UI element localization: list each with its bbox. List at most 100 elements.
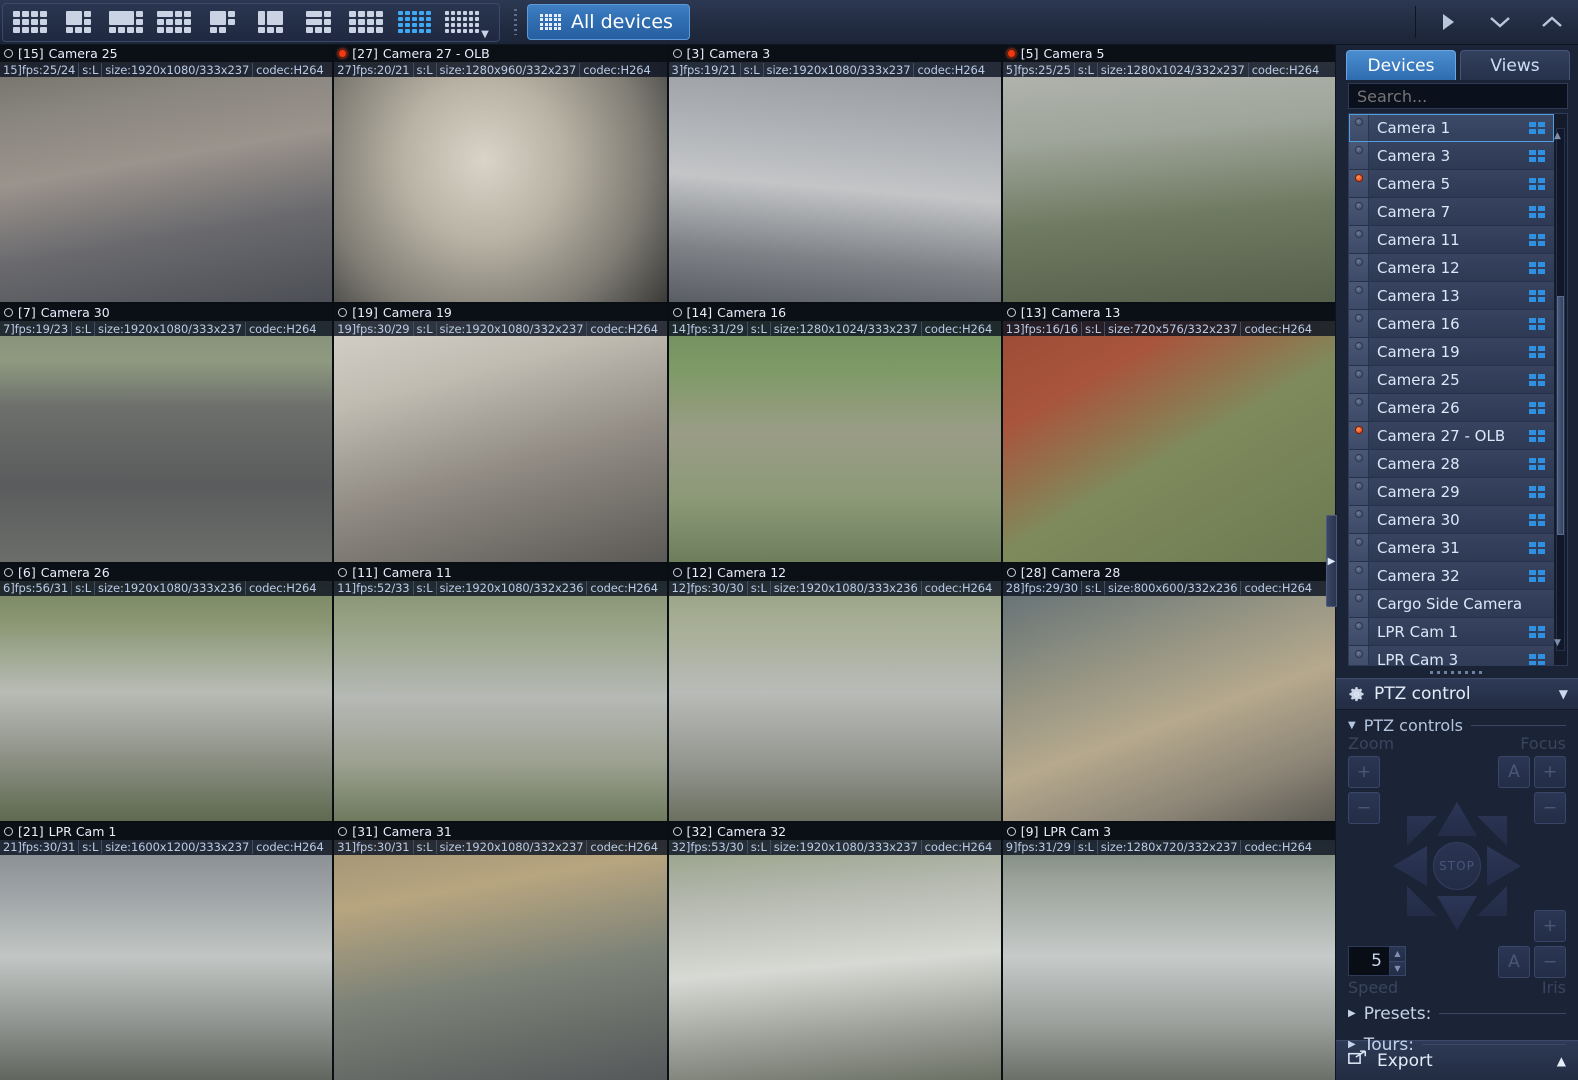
layout-button-layout-3x4-mixed[interactable] [151,5,197,40]
speed-stepper[interactable]: 5 ▲ ▼ [1348,946,1406,976]
device-list-item[interactable]: Camera 25 [1349,366,1554,394]
camera-layout-icon[interactable] [1529,457,1545,470]
camera-layout-icon[interactable] [1529,317,1545,330]
video-cell[interactable]: [27] Camera 27 - OLB 27]fps:20/21 s:L size:1… [334,45,667,303]
pan-up-right-button[interactable] [1477,816,1507,846]
camera-layout-icon[interactable] [1529,261,1545,274]
device-list-item[interactable]: Camera 5 [1349,170,1554,198]
device-list-scrollbar[interactable]: ▲ ▼ [1553,128,1565,651]
device-list-item[interactable]: Camera 19 [1349,338,1554,366]
panel-collapse-down-button[interactable] [1474,0,1526,45]
camera-layout-icon[interactable] [1529,569,1545,582]
chevron-down-icon[interactable]: ▼ [1559,687,1568,701]
layout-button-layout-3x3[interactable] [343,5,389,40]
pan-down-left-button[interactable] [1407,886,1437,916]
camera-layout-icon[interactable] [1529,373,1545,386]
layout-button-layout-2x2-mixed[interactable] [295,5,341,40]
layout-button-layout-more[interactable]: ▼ [439,5,495,40]
camera-layout-icon[interactable] [1529,177,1545,190]
device-list-item[interactable]: Camera 26 [1349,394,1554,422]
camera-layout-icon[interactable] [1529,289,1545,302]
camera-layout-icon[interactable] [1529,233,1545,246]
camera-layout-icon[interactable] [1529,345,1545,358]
scrollbar-thumb[interactable] [1557,295,1564,536]
device-list-item[interactable]: LPR Cam 3 [1349,646,1554,665]
pan-right-button[interactable] [1487,846,1521,886]
layout-button-layout-1plus7[interactable] [103,5,149,40]
device-list-item[interactable]: Cargo Side Camera [1349,590,1554,618]
zoom-out-button[interactable]: − [1348,792,1380,824]
tab-views[interactable]: Views [1460,50,1570,80]
video-cell[interactable]: [3] Camera 3 3]fps:19/21 s:L size:1920x1080/… [668,45,1001,303]
tours-section[interactable]: ▶ Tours: [1336,1029,1578,1060]
video-cell[interactable]: [5] Camera 5 5]fps:25/25 s:L size:1280x1024/… [1002,45,1335,303]
iris-auto-button[interactable]: A [1498,946,1530,978]
layout-button-layout-4x3[interactable] [7,5,53,40]
device-list-item[interactable]: Camera 28 [1349,450,1554,478]
pan-up-button[interactable] [1437,802,1477,836]
video-cell[interactable]: [6] Camera 26 6]fps:56/31 s:L size:1920x1080… [0,563,333,821]
video-cell[interactable]: [19] Camera 19 19]fps:30/29 s:L size:1920x10… [334,304,667,562]
presets-section[interactable]: ▶ Presets: [1336,998,1578,1029]
device-list-item[interactable]: Camera 29 [1349,478,1554,506]
camera-layout-icon[interactable] [1529,149,1545,162]
speed-down-icon[interactable]: ▼ [1390,960,1405,975]
layout-button-layout-1plus3[interactable] [199,5,245,40]
layout-button-layout-2plus4[interactable] [247,5,293,40]
all-devices-button[interactable]: All devices [527,4,690,40]
device-list-item[interactable]: Camera 12 [1349,254,1554,282]
panel-collapse-up-button[interactable] [1526,0,1578,45]
video-cell[interactable]: [28] Camera 28 28]fps:29/30 s:L size:800x600… [1002,563,1335,821]
device-list-item[interactable]: Camera 30 [1349,506,1554,534]
video-cell[interactable]: [15] Camera 25 15]fps:25/24 s:L size:1920x10… [0,45,333,303]
panel-resize-grip[interactable] [1336,666,1578,678]
device-list-item[interactable]: Camera 7 [1349,198,1554,226]
device-list-item[interactable]: LPR Cam 1 [1349,618,1554,646]
camera-layout-icon[interactable] [1529,401,1545,414]
ptz-stop-button[interactable]: STOP [1433,842,1481,890]
device-list-item[interactable]: Camera 11 [1349,226,1554,254]
device-list-item[interactable]: Camera 16 [1349,310,1554,338]
video-cell[interactable]: [31] Camera 31 31]fps:30/31 s:L size:1920x10… [334,822,667,1080]
ptz-controls-section-header[interactable]: ▼ PTZ controls [1348,716,1566,735]
speed-spinner[interactable]: ▲ ▼ [1390,946,1406,976]
zoom-in-button[interactable]: + [1348,756,1380,788]
video-cell[interactable]: [7] Camera 30 7]fps:19/23 s:L size:1920x1080… [0,304,333,562]
search-input[interactable] [1348,83,1568,109]
pan-up-left-button[interactable] [1407,816,1437,846]
camera-layout-icon[interactable] [1529,541,1545,554]
iris-in-button[interactable]: + [1534,910,1566,942]
speed-up-icon[interactable]: ▲ [1390,947,1405,961]
sidebar-collapse-handle[interactable]: ▶ [1326,515,1337,607]
camera-layout-icon[interactable] [1529,121,1545,134]
video-cell[interactable]: [32] Camera 32 32]fps:53/30 s:L size:1920x10… [668,822,1001,1080]
device-list-item[interactable]: Camera 1 [1349,114,1554,142]
video-cell[interactable]: [12] Camera 12 12]fps:30/30 s:L size:1920x10… [668,563,1001,821]
pan-left-button[interactable] [1393,846,1427,886]
camera-layout-icon[interactable] [1529,625,1545,638]
camera-layout-icon[interactable] [1529,513,1545,526]
ptz-control-header[interactable]: PTZ control ▼ [1336,678,1578,710]
camera-layout-icon[interactable] [1529,429,1545,442]
layout-button-layout-1plus5[interactable] [55,5,101,40]
camera-layout-icon[interactable] [1529,205,1545,218]
speed-value[interactable]: 5 [1348,946,1390,976]
camera-layout-icon[interactable] [1529,485,1545,498]
scroll-up-icon[interactable]: ▲ [1553,130,1562,142]
device-list-item[interactable]: Camera 13 [1349,282,1554,310]
video-cell[interactable]: [21] LPR Cam 1 21]fps:30/31 s:L size:1600x12… [0,822,333,1080]
video-cell[interactable]: [11] Camera 11 11]fps:52/33 s:L size:1920x10… [334,563,667,821]
focus-auto-button[interactable]: A [1498,756,1530,788]
play-button[interactable] [1422,0,1474,45]
layout-button-layout-4x4[interactable] [391,5,437,40]
camera-layout-icon[interactable] [1529,653,1545,665]
video-cell[interactable]: [9] LPR Cam 3 9]fps:31/29 s:L size:1280x720/… [1002,822,1335,1080]
pan-down-button[interactable] [1437,896,1477,930]
video-cell[interactable]: [13] Camera 13 13]fps:16/16 s:L size:720x576… [1002,304,1335,562]
scroll-down-icon[interactable]: ▼ [1553,637,1562,649]
focus-in-button[interactable]: + [1534,756,1566,788]
video-cell[interactable]: [14] Camera 16 14]fps:31/29 s:L size:1280x10… [668,304,1001,562]
iris-out-button[interactable]: − [1534,946,1566,978]
device-list-item[interactable]: Camera 3 [1349,142,1554,170]
device-list-item[interactable]: Camera 32 [1349,562,1554,590]
